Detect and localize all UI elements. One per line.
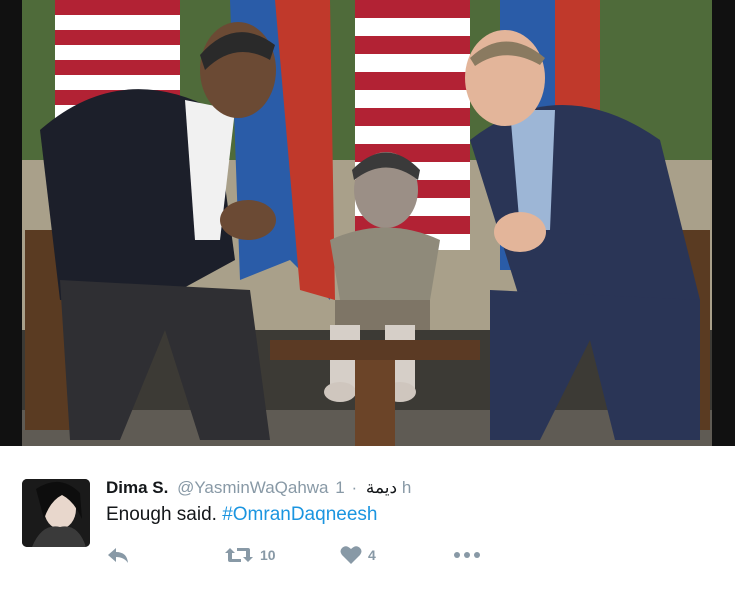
tweet-photo[interactable] bbox=[0, 0, 735, 446]
avatar-image bbox=[22, 479, 90, 547]
more-dots-icon bbox=[454, 552, 480, 558]
display-name-arabic: ديمة bbox=[365, 478, 398, 497]
user-handle[interactable]: @YasminWaQahwa bbox=[177, 478, 328, 497]
tweet-header: Dima S. @YasminWaQahwa ديمة · 1 h bbox=[106, 478, 411, 500]
tweet-actions: 10 4 bbox=[106, 544, 506, 566]
tweet-text-plain: Enough said. bbox=[106, 504, 217, 525]
tweet-text: Enough said. #OmranDaqneesh bbox=[106, 504, 377, 526]
heart-icon bbox=[340, 546, 362, 564]
like-count: 4 bbox=[368, 547, 376, 563]
photo-illustration bbox=[0, 0, 735, 446]
reply-icon bbox=[108, 548, 128, 563]
tweet: Dima S. @YasminWaQahwa ديمة · 1 h Enough… bbox=[0, 446, 735, 596]
retweet-count: 10 bbox=[260, 547, 276, 563]
avatar[interactable] bbox=[22, 479, 90, 547]
reply-button[interactable] bbox=[106, 544, 130, 566]
header-separator: · bbox=[351, 478, 358, 497]
retweet-icon bbox=[225, 548, 253, 562]
like-button[interactable]: 4 bbox=[340, 544, 376, 566]
hashtag-link[interactable]: #OmranDaqneesh bbox=[222, 504, 377, 525]
retweet-button[interactable]: 10 bbox=[224, 544, 276, 566]
display-name[interactable]: Dima S. bbox=[106, 478, 168, 497]
more-button[interactable] bbox=[452, 544, 482, 566]
